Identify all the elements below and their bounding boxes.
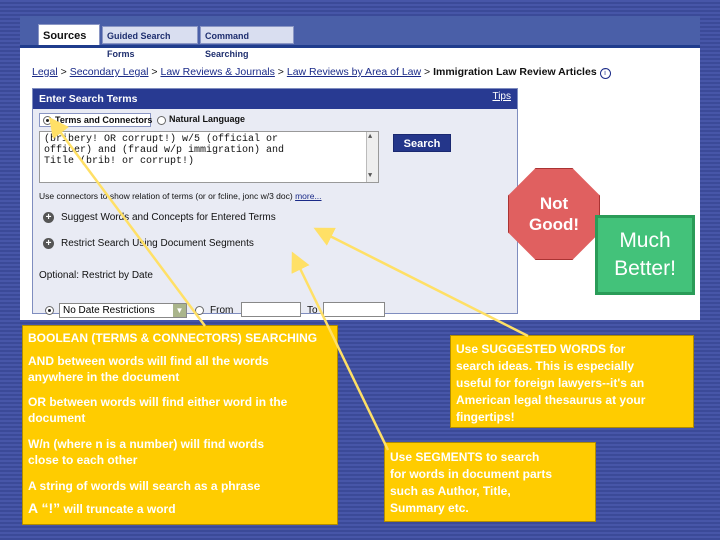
natural-language-radio[interactable]	[157, 116, 166, 125]
tab-guided-search-forms[interactable]: Guided Search Forms	[102, 26, 198, 59]
truncation-symbol: A “!”	[28, 500, 61, 516]
not-good-line: Not	[539, 194, 569, 213]
segments-text: Use SEGMENTS to search for words in docu…	[390, 449, 552, 517]
breadcrumb-separator: >	[60, 66, 67, 78]
tab-bar: Sources Guided Search Forms Command Sear…	[20, 16, 700, 59]
connector-hint: Use connectors to show relation of terms…	[39, 191, 322, 201]
phrase-rule: A string of words will search as a phras…	[28, 479, 261, 493]
boolean-searching-box: BOOLEAN (TERMS & CONNECTORS) SEARCHING A…	[22, 325, 338, 525]
breadcrumb-separator: >	[151, 66, 158, 78]
breadcrumb-secondary-legal[interactable]: Secondary Legal	[70, 66, 149, 78]
to-date-input[interactable]	[323, 302, 385, 317]
search-button[interactable]: Search	[393, 134, 451, 152]
optional-date-label: Optional: Restrict by Date	[39, 270, 153, 281]
terms-radio[interactable]	[43, 116, 52, 125]
segments-box: Use SEGMENTS to search for words in docu…	[384, 442, 596, 522]
panel-title: Enter Search Terms	[33, 89, 517, 109]
terms-connectors-option[interactable]: Terms and Connectors	[39, 113, 153, 127]
wn-rule-line: close to each other	[28, 453, 138, 467]
truncation-text: will truncate a word	[63, 502, 176, 516]
date-restriction-select[interactable]: No Date Restrictions ▼	[59, 303, 187, 318]
search-line: officer) and (fraud w/p immigration) and	[44, 145, 285, 156]
segments-line: such as Author, Title,	[390, 484, 511, 498]
much-better-line: Much	[619, 229, 671, 252]
segments-line: for words in document parts	[390, 467, 553, 481]
textarea-scrollbar[interactable]	[366, 132, 378, 182]
chevron-down-icon[interactable]: ▼	[173, 304, 186, 317]
tab-command-searching[interactable]: Command Searching	[200, 26, 294, 59]
search-terms-textarea[interactable]: (bribery! OR corrupt!) w/5 (official or …	[39, 131, 379, 183]
suggest-words-link[interactable]: Suggest Words and Concepts for Entered T…	[61, 212, 276, 223]
breadcrumb-legal[interactable]: Legal	[32, 66, 58, 78]
no-date-radio[interactable]	[45, 306, 54, 315]
breadcrumb: Legal > Secondary Legal > Law Reviews & …	[32, 66, 611, 79]
much-better-callout: Much Better!	[595, 215, 695, 295]
more-link[interactable]: more...	[295, 191, 321, 201]
breadcrumb-separator: >	[277, 66, 284, 78]
suggested-line: American legal thesaurus at your	[456, 393, 646, 407]
boolean-heading: BOOLEAN (TERMS & CONNECTORS) SEARCHING	[28, 331, 318, 345]
terms-label: Terms and Connectors	[55, 115, 153, 125]
tab-underline	[20, 45, 700, 48]
breadcrumb-current: Immigration Law Review Articles	[433, 66, 597, 78]
suggested-line: fingertips!	[456, 410, 515, 424]
from-label: From	[210, 305, 234, 316]
wn-rule-line: W/n (where n is a number) will find word…	[28, 437, 265, 451]
breadcrumb-by-area[interactable]: Law Reviews by Area of Law	[287, 66, 421, 78]
search-line: (bribery! OR corrupt!) w/5 (official or	[44, 134, 279, 145]
connector-hint-text: Use connectors to show relation of terms…	[39, 191, 293, 201]
plus-icon[interactable]: +	[43, 238, 54, 249]
plus-icon[interactable]: +	[43, 212, 54, 223]
suggested-line: useful for foreign lawyers--it's an	[456, 376, 645, 390]
not-good-line: Good!	[528, 215, 580, 234]
or-rule-line: document	[28, 411, 86, 425]
restrict-segments-link[interactable]: Restrict Search Using Document Segments	[61, 238, 254, 249]
breadcrumb-separator: >	[424, 66, 431, 78]
suggested-words-text: Use SUGGESTED WORDS for search ideas. Th…	[456, 341, 645, 426]
and-rule: AND between words will find all the word…	[28, 353, 269, 385]
suggested-line: search ideas. This is especially	[456, 359, 635, 373]
from-date-input[interactable]	[241, 302, 301, 317]
and-rule-line: AND between words will find all the word…	[28, 354, 269, 368]
to-label: To	[307, 305, 318, 316]
suggested-words-box: Use SUGGESTED WORDS for search ideas. Th…	[450, 335, 694, 428]
or-rule: OR between words will find either word i…	[28, 394, 287, 426]
wn-rule: W/n (where n is a number) will find word…	[28, 436, 264, 468]
suggested-line: Use SUGGESTED WORDS for	[456, 342, 626, 356]
date-select-value: No Date Restrictions	[63, 305, 155, 316]
search-line: Title (brib! or corrupt!)	[44, 156, 195, 167]
truncation-rule: A “!” will truncate a word	[28, 500, 176, 517]
search-panel: Enter Search Terms Tips Terms and Connec…	[32, 88, 518, 318]
much-better-line: Better!	[614, 257, 676, 280]
and-rule-line: anywhere in the document	[28, 370, 180, 384]
segments-line: Summary etc.	[390, 501, 469, 515]
info-icon[interactable]: i	[599, 68, 611, 79]
tips-link[interactable]: Tips	[492, 91, 511, 102]
tab-sources[interactable]: Sources	[38, 24, 100, 46]
natural-language-label: Natural Language	[169, 114, 246, 124]
from-radio[interactable]	[195, 306, 204, 315]
breadcrumb-law-reviews[interactable]: Law Reviews & Journals	[160, 66, 274, 78]
segments-line: Use SEGMENTS to search	[390, 450, 540, 464]
or-rule-line: OR between words will find either word i…	[28, 395, 288, 409]
